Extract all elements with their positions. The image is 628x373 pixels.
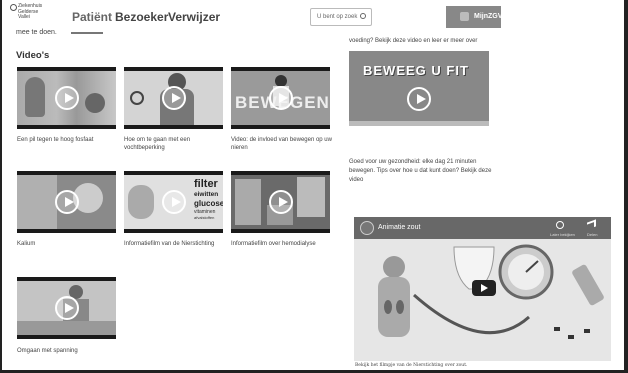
videos-heading: Video's bbox=[16, 50, 50, 61]
youtube-title[interactable]: Animatie zout bbox=[378, 224, 420, 231]
video-thumbnail-nierstichting[interactable]: filter eiwitten glucose vitaminen afvals… bbox=[124, 171, 223, 233]
video-thumbnail-vochtbeperking[interactable] bbox=[124, 67, 223, 129]
nav-bezoeker[interactable]: Bezoeker bbox=[115, 10, 168, 24]
nav-active-indicator bbox=[71, 32, 103, 34]
mijnzgv-label: MijnZGV bbox=[474, 13, 503, 20]
youtube-embed[interactable]: Animatie zout Later bekijken Delen bbox=[354, 217, 611, 361]
video-thumbnail-bewegen[interactable]: BEWEGEN bbox=[231, 67, 330, 129]
logo[interactable]: Ziekenhuis Gelderse Vallei bbox=[10, 3, 42, 28]
logo-text: Ziekenhuis Gelderse Vallei bbox=[18, 3, 43, 20]
share-label: Delen bbox=[587, 232, 598, 237]
page-border-left bbox=[0, 0, 2, 373]
beweeg-description: Goed voor uw gezondheid: elke dag 21 min… bbox=[349, 159, 492, 183]
video-caption[interactable]: Informatiefilm over hemodialyse bbox=[231, 240, 336, 248]
video-caption[interactable]: Informatiefilm van de Nierstichting bbox=[124, 240, 229, 248]
search-input[interactable]: U bent op zoek bbox=[310, 8, 372, 26]
youtube-play-button[interactable] bbox=[472, 280, 496, 296]
beweeg-title: BEWEEG U FIT bbox=[363, 63, 469, 78]
video-caption[interactable]: Omgaan met spanning bbox=[17, 347, 122, 355]
play-icon bbox=[54, 296, 79, 320]
page-border-right bbox=[624, 0, 628, 373]
play-icon bbox=[268, 86, 293, 110]
search-icon[interactable] bbox=[360, 13, 366, 19]
search-placeholder: U bent op zoek bbox=[317, 14, 358, 20]
nav-patient[interactable]: Patiënt bbox=[72, 10, 112, 24]
logo-icon bbox=[10, 4, 17, 11]
video-thumbnail-beweeg-u-fit[interactable]: BEWEEG U FIT bbox=[349, 51, 489, 126]
right-intro-text: voeding? Bekijk deze video en leer er me… bbox=[349, 38, 478, 44]
video-thumbnail-kalium[interactable] bbox=[17, 171, 116, 233]
play-icon bbox=[54, 190, 79, 214]
youtube-caption: Bekijk het filmpje van de Nierstichting … bbox=[355, 363, 468, 368]
play-icon bbox=[268, 190, 293, 214]
play-icon bbox=[161, 190, 186, 214]
play-icon bbox=[161, 86, 186, 110]
video-thumbnail-fosfaat[interactable] bbox=[17, 67, 116, 129]
thumb-filter-word: filter bbox=[194, 178, 218, 190]
channel-icon[interactable] bbox=[360, 221, 374, 235]
video-thumbnail-hemodialyse[interactable] bbox=[231, 171, 330, 233]
play-icon bbox=[407, 87, 431, 111]
video-caption[interactable]: Kalium bbox=[17, 240, 122, 248]
play-icon bbox=[54, 86, 79, 110]
intro-text: mee te doen. bbox=[16, 29, 57, 36]
user-icon bbox=[460, 12, 469, 21]
watch-later-label: Later bekijken bbox=[550, 232, 575, 237]
mijnzgv-button[interactable]: MijnZGV bbox=[446, 6, 503, 28]
site-header: Ziekenhuis Gelderse Vallei Patiënt Bezoe… bbox=[2, 0, 502, 36]
nav-verwijzer[interactable]: Verwijzer bbox=[168, 10, 220, 24]
video-caption[interactable]: Video: de invloed van bewegen op uw nier… bbox=[231, 136, 336, 152]
video-thumbnail-spanning[interactable] bbox=[17, 277, 116, 339]
watch-later-icon[interactable] bbox=[556, 221, 564, 229]
video-caption[interactable]: Een pil tegen te hoog fosfaat bbox=[17, 136, 122, 144]
video-caption[interactable]: Hoe om te gaan met een vochtbeperking bbox=[124, 136, 229, 152]
